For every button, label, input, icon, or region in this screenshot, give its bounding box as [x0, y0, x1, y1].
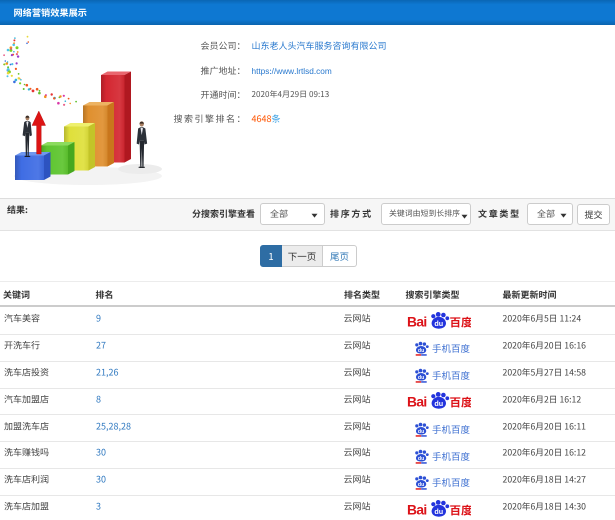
svg-text:Bai: Bai	[407, 395, 427, 410]
svg-text:du: du	[434, 400, 443, 409]
svg-text:手机百度: 手机百度	[432, 476, 471, 490]
svg-text:du: du	[418, 348, 424, 354]
svg-text:du: du	[418, 456, 424, 462]
svg-text:手机百度: 手机百度	[432, 341, 471, 355]
svg-text:Bai: Bai	[407, 502, 427, 517]
svg-text:手机百度: 手机百度	[432, 368, 471, 382]
svg-text:手机百度: 手机百度	[432, 449, 471, 463]
svg-text:百度: 百度	[450, 502, 472, 518]
svg-text:du: du	[418, 429, 424, 435]
svg-text:du: du	[418, 375, 424, 381]
svg-text:du: du	[418, 482, 424, 488]
svg-text:du: du	[434, 507, 443, 516]
svg-text:手机百度: 手机百度	[432, 422, 471, 436]
svg-text:Bai: Bai	[407, 315, 427, 330]
svg-text:百度: 百度	[450, 395, 472, 411]
svg-text:du: du	[434, 319, 443, 328]
svg-text:百度: 百度	[450, 314, 472, 330]
